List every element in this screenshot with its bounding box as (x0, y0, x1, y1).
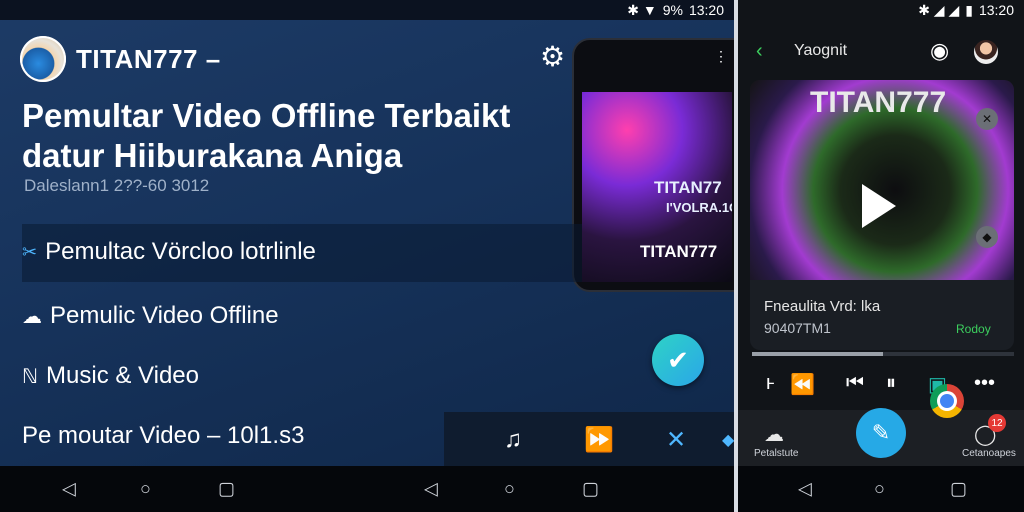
compose-fab-button[interactable]: ✎ (856, 408, 906, 458)
signal-indicator: ✱ ◢ ◢ (918, 1, 960, 18)
list-item-label: Pe moutar Video – 10l1.s3 (22, 422, 305, 449)
pause-icon[interactable]: ⏸ (886, 372, 896, 395)
status-badge: Rodoy (956, 322, 991, 336)
battery-indicator: ▮ (965, 1, 973, 18)
rewind-icon[interactable]: ⏪ (790, 372, 815, 397)
list-item[interactable]: ✂ Pemultac Vörcloo lotrlinle (22, 238, 316, 266)
back-icon[interactable]: ‹ (756, 40, 763, 63)
fast-forward-icon[interactable]: ⏩ (584, 426, 614, 455)
date-text: Daleslann1 2??-60 3012 (24, 176, 210, 195)
back-icon[interactable]: ◁ (798, 479, 812, 500)
back-icon[interactable]: ◁ (62, 479, 76, 500)
recents-icon[interactable]: ▢ (582, 479, 599, 500)
n-icon: ℕ (22, 365, 39, 388)
home-icon[interactable]: ○ (140, 479, 151, 500)
now-playing-card: TITAN777 ✕ ◆ Fneaulita Vrd: lka 90407TM1… (750, 80, 1014, 350)
check-fab-button[interactable]: ✔ (652, 334, 704, 386)
back-icon[interactable]: ◁ (424, 479, 438, 500)
cloud-icon[interactable]: ☁ (764, 422, 784, 447)
list-item-label: Music & Video (46, 362, 199, 389)
phone-title: TITAN77 (654, 178, 722, 197)
progress-bar[interactable] (752, 352, 1014, 356)
more-icon[interactable]: ••• (974, 372, 995, 395)
status-bar: ✱ ◢ ◢ ▮ 13:20 (738, 0, 1024, 20)
skip-icon[interactable]: ⱶ (766, 372, 775, 395)
bottom-navigation: ☁ Petalstute ✎ ◯ 12 Cetanoapes (738, 408, 1024, 466)
more-vert-icon[interactable]: ⋮ (714, 48, 728, 65)
phone-video-thumbnail[interactable]: TITAN77 I'VOLRA.1O TITAN777 (582, 92, 732, 282)
right-panel: ✱ ◢ ◢ ▮ 13:20 ‹ Yaognit ◉ TITAN777 ✕ ◆ F… (738, 0, 1024, 512)
time-indicator: 13:20 (978, 2, 1014, 18)
track-title: Fneaulita Vrd: lka (764, 298, 881, 315)
status-bar: ✱ ▼ 9% 13:20 (0, 0, 734, 20)
shuffle-icon[interactable]: ✕ (976, 108, 998, 130)
list-item[interactable]: Pe moutar Video – 10l1.s3 (22, 422, 304, 450)
brand-header: TITAN777 – (20, 36, 221, 82)
chrome-icon-center (940, 394, 954, 408)
bottom-nav-label[interactable]: Cetanoapes (962, 448, 1016, 459)
repeat-icon[interactable]: ◆ (976, 226, 998, 248)
album-art[interactable]: TITAN777 ✕ ◆ (750, 80, 1014, 280)
list-item-label: Pemulic Video Offline (50, 302, 279, 329)
recents-icon[interactable]: ▢ (218, 479, 235, 500)
music-note-icon[interactable]: ♫ (504, 426, 522, 454)
phone-preview: ⋮ TITAN77 I'VOLRA.1O TITAN777 (572, 38, 734, 292)
discord-icon[interactable]: ◉ (930, 38, 949, 64)
screen-title: Yaognit (794, 42, 848, 59)
chrome-icon[interactable] (930, 384, 964, 418)
page-title: Pemultar Video Offline Terbaikt datur Hi… (22, 97, 511, 174)
time-indicator: 13:20 (688, 2, 724, 18)
left-panel: ✱ ▼ 9% 13:20 TITAN777 – ⚙ Pemultar Video… (0, 0, 734, 512)
list-item[interactable]: ☁ Pemulic Video Offline (22, 302, 279, 330)
notification-badge: 12 (988, 414, 1006, 432)
battery-indicator: 9% (662, 2, 683, 18)
mini-player: ♫ ⏩ ✕ ◆ (444, 412, 734, 468)
signal-indicator: ✱ ▼ (627, 1, 657, 18)
track-subtitle: 90407TM1 (764, 320, 831, 336)
bottom-nav-label[interactable]: Petalstute (754, 448, 798, 459)
logo-icon (20, 36, 66, 82)
nav-bar: ◁ ○ ▢ (738, 466, 1024, 512)
phone-subtitle: I'VOLRA.1O (666, 200, 732, 215)
home-icon[interactable]: ○ (504, 479, 515, 500)
avatar[interactable] (974, 40, 998, 64)
art-title: TITAN777 (810, 86, 947, 119)
cloud-icon: ☁ (22, 305, 42, 328)
phone-title-secondary: TITAN777 (640, 242, 718, 261)
scissors-icon: ✂ (22, 241, 38, 262)
brand-name: TITAN777 – (76, 43, 221, 74)
home-icon[interactable]: ○ (874, 479, 885, 500)
list-item-label: Pemultac Vörcloo lotrlinle (45, 238, 316, 265)
play-icon[interactable] (862, 184, 896, 228)
progress-fill (752, 352, 883, 356)
list-item[interactable]: ℕ Music & Video (22, 362, 199, 390)
feather-icon: ✎ (871, 420, 891, 445)
diamond-icon[interactable]: ◆ (722, 430, 734, 450)
tools-icon[interactable]: ✕ (666, 426, 686, 455)
nav-bar: ◁ ○ ▢ ◁ ○ ▢ (0, 466, 734, 512)
gear-icon[interactable]: ⚙ (540, 40, 565, 73)
previous-icon[interactable]: ⏮ (846, 372, 864, 395)
recents-icon[interactable]: ▢ (950, 479, 967, 500)
check-icon: ✔ (667, 344, 689, 375)
